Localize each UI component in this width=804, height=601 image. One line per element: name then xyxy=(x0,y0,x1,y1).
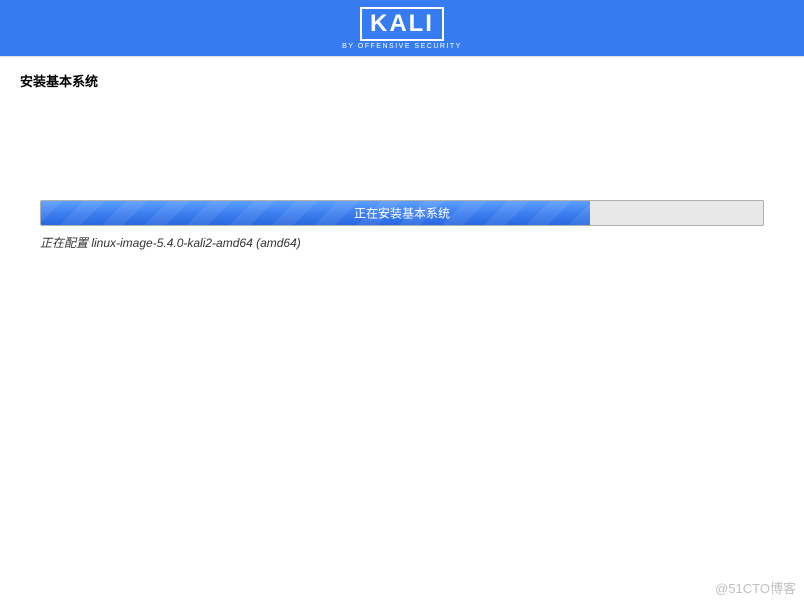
header-banner: KALI BY OFFENSIVE SECURITY xyxy=(0,0,804,56)
logo-frame: KALI xyxy=(360,7,444,41)
status-text: 正在配置 linux-image-5.4.0-kali2-amd64 (amd6… xyxy=(40,234,764,251)
logo-text: KALI xyxy=(370,10,434,38)
progress-bar: 正在安装基本系统 xyxy=(40,200,764,226)
progress-section: 正在安装基本系统 正在配置 linux-image-5.4.0-kali2-am… xyxy=(20,200,784,251)
main-content: 安装基本系统 正在安装基本系统 正在配置 linux-image-5.4.0-k… xyxy=(0,56,804,601)
watermark: @51CTO博客 xyxy=(715,578,796,597)
logo-subtitle: BY OFFENSIVE SECURITY xyxy=(342,43,462,50)
progress-label: 正在安装基本系统 xyxy=(41,205,763,222)
kali-logo: KALI BY OFFENSIVE SECURITY xyxy=(342,7,462,50)
page-title: 安装基本系统 xyxy=(20,71,784,90)
